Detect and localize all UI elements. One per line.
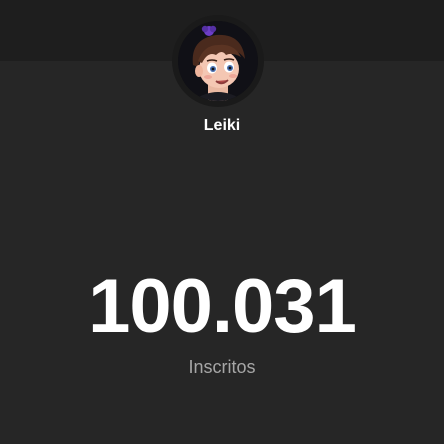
cartoon-avatar-icon [178, 21, 258, 101]
subscriber-count-label: Inscritos [188, 357, 256, 377]
avatar[interactable] [178, 21, 258, 101]
subscriber-counter-page: Leiki 100.031 Inscritos [0, 0, 444, 444]
channel-name: Leiki [203, 117, 241, 134]
subscriber-count: 100.031 [88, 264, 357, 349]
